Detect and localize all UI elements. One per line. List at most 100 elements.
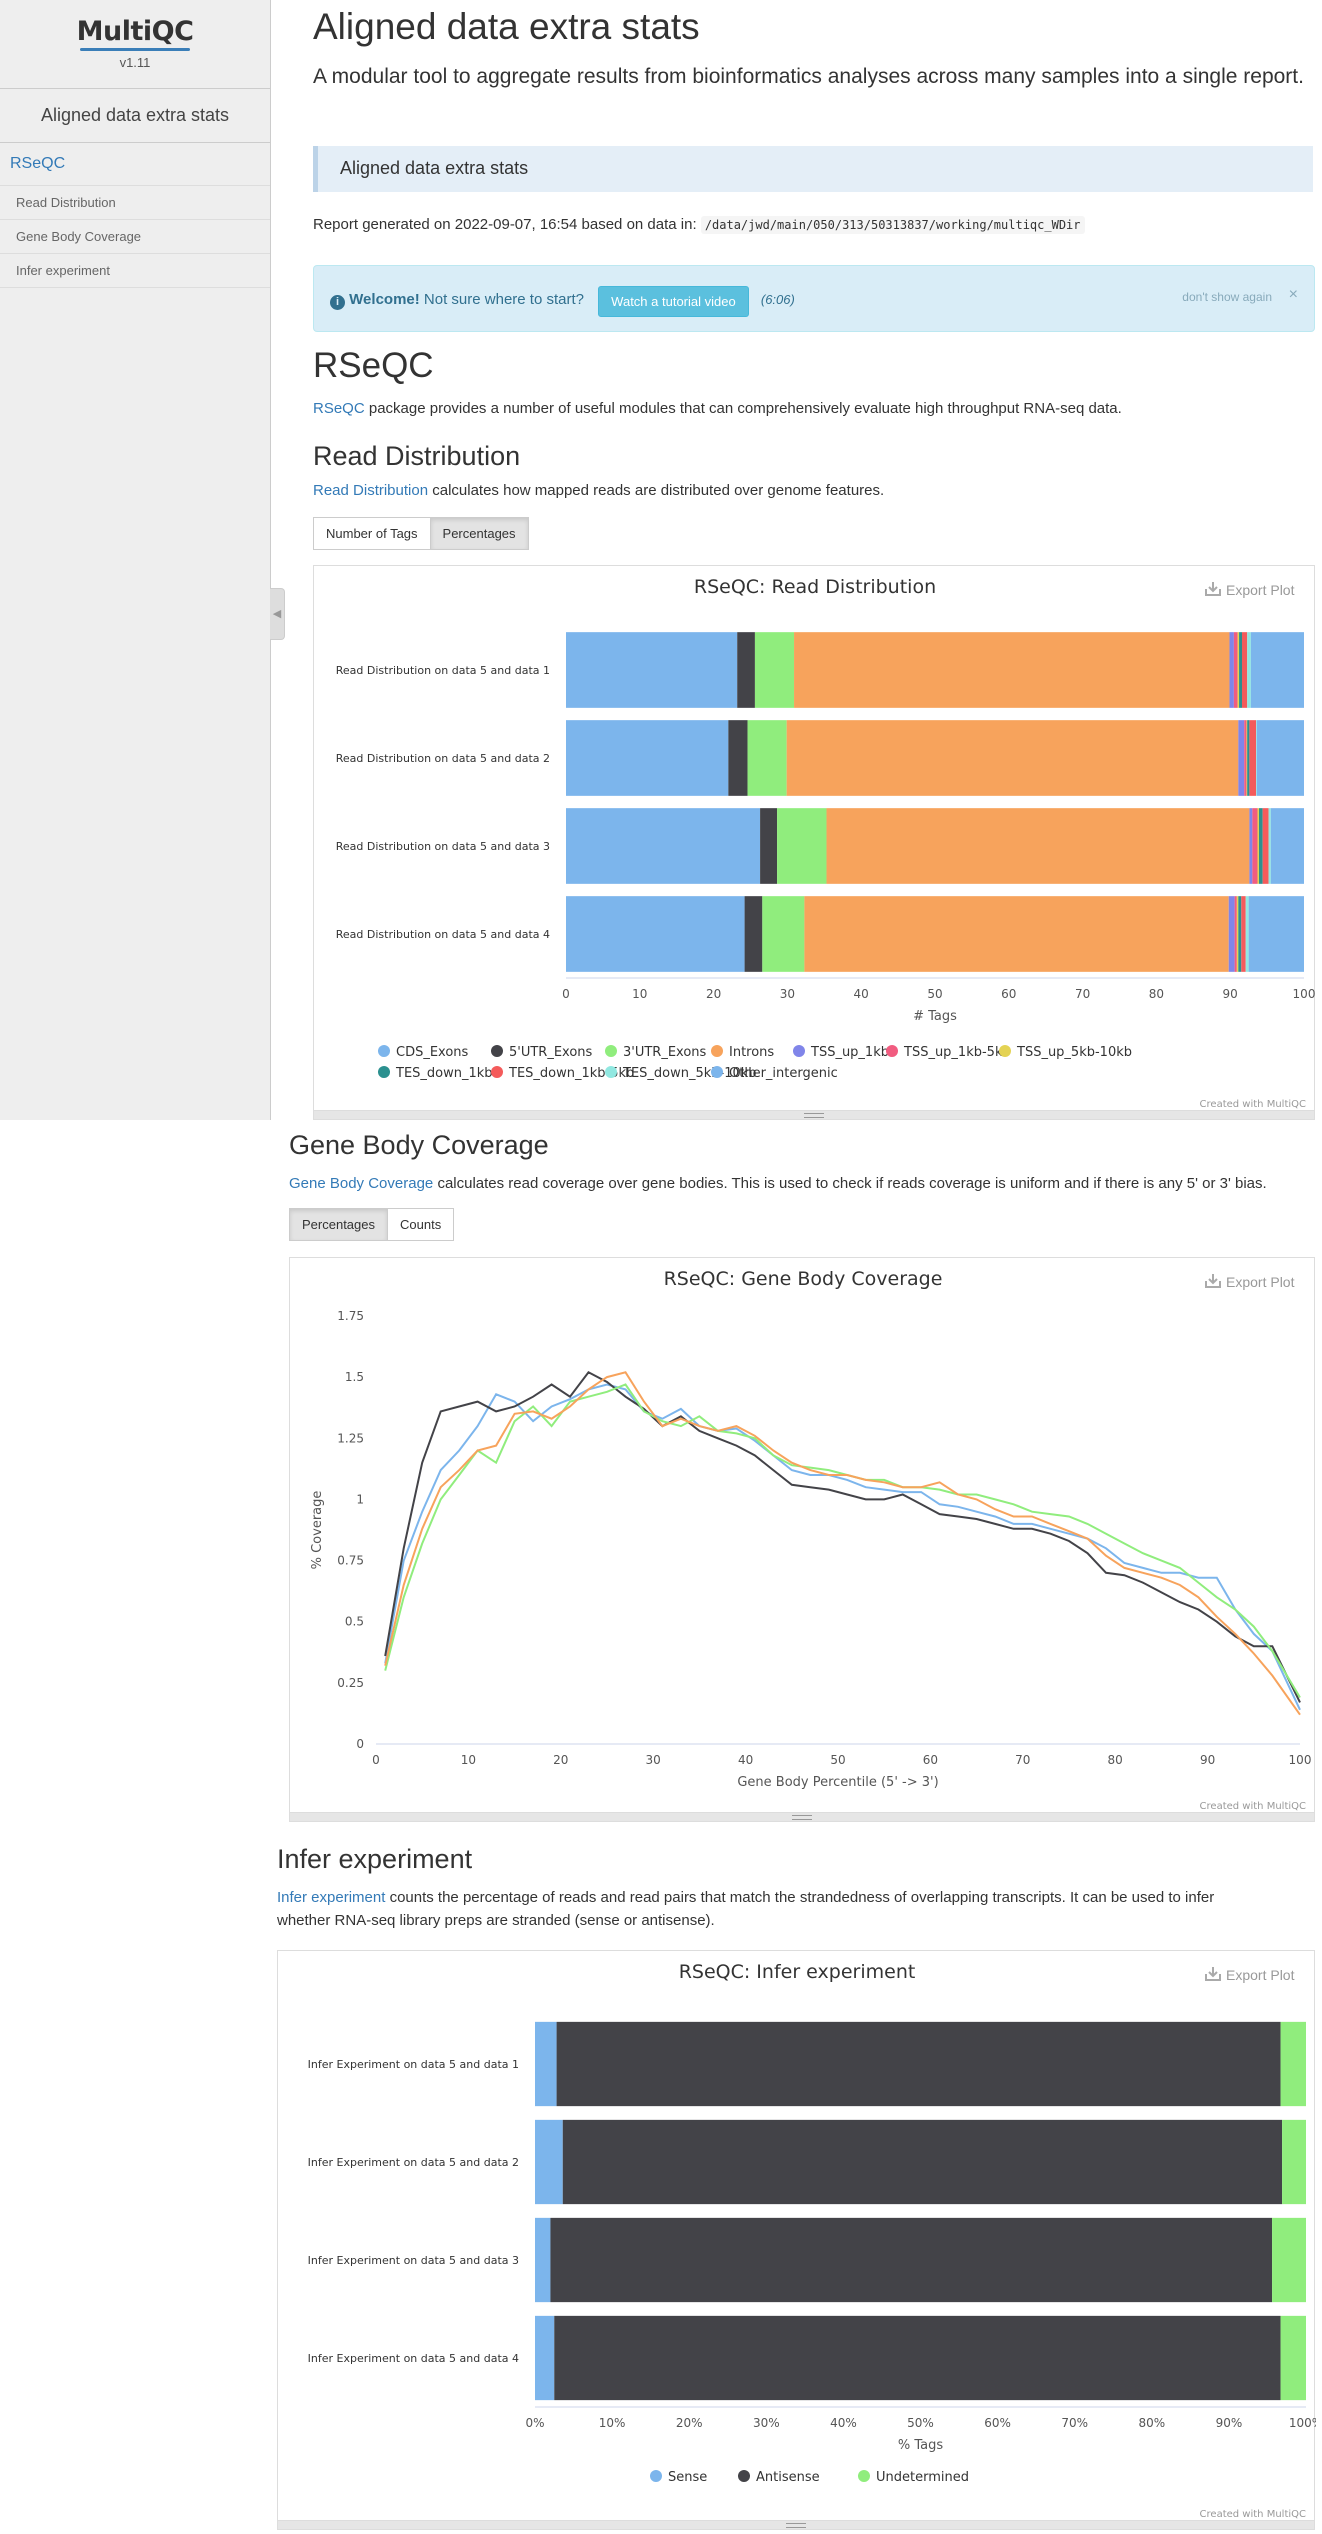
plot-resize-handle[interactable]	[290, 1812, 1314, 1821]
bar-segment-tes-down-1kb	[1247, 720, 1250, 796]
legend-item-introns: Introns	[729, 1045, 774, 1060]
x-tick-label: 80	[1149, 987, 1164, 1001]
x-tick-label: 100%	[1289, 2416, 1316, 2430]
bar-segment-5-utr-exons	[744, 896, 763, 972]
x-tick-label: 50%	[907, 2416, 934, 2430]
bar-segment-3-utr-exons	[747, 720, 787, 796]
bar-segment-antisense	[550, 2217, 1273, 2303]
y-tick-label: 0	[356, 1737, 364, 1751]
version-label: v1.11	[119, 55, 151, 70]
bar-segment-tss-up-5kb-10kb	[1236, 896, 1239, 972]
bar-segment-sense	[535, 2119, 563, 2205]
bar-segment-antisense	[562, 2119, 1283, 2205]
x-tick-label: 20%	[676, 2416, 703, 2430]
x-tick-label: 40	[854, 987, 869, 1001]
legend-marker-introns	[711, 1045, 723, 1057]
tutorial-video-button[interactable]: Watch a tutorial video	[598, 286, 749, 317]
created-with-credit: Created with MultiQC	[1200, 2509, 1306, 2520]
category-label: Read Distribution on data 5 and data 3	[336, 840, 550, 853]
series-line-data-3	[384, 1383, 1301, 1699]
close-icon[interactable]: ×	[1289, 286, 1298, 304]
bar-segment-antisense	[554, 2315, 1281, 2401]
plot-resize-handle[interactable]	[278, 2520, 1314, 2529]
x-tick-label: 20	[706, 987, 721, 1001]
x-tick-label: 90	[1200, 1753, 1215, 1767]
gene-body-coverage-title: Gene Body Coverage	[289, 1130, 549, 1160]
export-plot-button[interactable]: Export Plot	[1205, 582, 1295, 598]
legend-item-tes-down-1kb: TES_down_1kb	[395, 1066, 493, 1081]
report-info-text: Report generated on 2022-09-07, 16:54 ba…	[313, 216, 697, 233]
export-plot-label: Export Plot	[1226, 1967, 1295, 1983]
x-tick-label: 30	[780, 987, 795, 1001]
infer-experiment-link[interactable]: Infer experiment	[277, 1889, 385, 1906]
bar-segment-5-utr-exons	[728, 720, 748, 796]
y-tick-label: 1.25	[337, 1431, 364, 1445]
gene-body-desc-text: calculates read coverage over gene bodie…	[437, 1175, 1267, 1192]
x-tick-label: 0%	[525, 2416, 544, 2430]
sidebar-item-read-distribution[interactable]: Read Distribution	[0, 186, 270, 220]
legend-item-3-utr-exons: 3'UTR_Exons	[623, 1045, 707, 1060]
rseqc-link[interactable]: RSeQC	[313, 400, 365, 417]
bar-segment-undetermined	[1280, 2021, 1306, 2107]
gene-body-counts-button[interactable]: Counts	[388, 1208, 455, 1241]
bar-segment-3-utr-exons	[762, 896, 805, 972]
rseqc-description: RSeQC package provides a number of usefu…	[313, 397, 1122, 420]
gene-body-link[interactable]: Gene Body Coverage	[289, 1175, 433, 1192]
read-distribution-description: Read Distribution calculates how mapped …	[313, 479, 884, 502]
bar-segment-introns	[794, 632, 1230, 708]
legend-marker-3-utr-exons	[605, 1045, 617, 1057]
category-label: Read Distribution on data 5 and data 2	[336, 752, 550, 765]
bar-segment-cds-exons	[566, 720, 729, 796]
legend-marker-tes-down-1kb	[378, 1066, 390, 1078]
logo-underline	[80, 48, 190, 51]
bar-segment-tss-up-1kb-5kb	[1252, 808, 1258, 884]
x-tick-label: 70	[1015, 1753, 1030, 1767]
plot-resize-handle[interactable]	[314, 1110, 1314, 1119]
x-tick-label: 60	[923, 1753, 938, 1767]
legend-marker-undetermined	[858, 2470, 870, 2482]
welcome-text: Not sure where to start?	[423, 291, 584, 308]
legend-item-antisense: Antisense	[756, 2470, 820, 2485]
dont-show-again-link[interactable]: don't show again	[1182, 290, 1272, 304]
chart-title: RSeQC: Read Distribution	[694, 576, 936, 598]
gene-body-percentages-button[interactable]: Percentages	[289, 1208, 388, 1241]
legend-item-tss-up-5kb-10kb: TSS_up_5kb-10kb	[1016, 1045, 1132, 1060]
legend-marker-antisense	[738, 2470, 750, 2482]
read-distribution-link[interactable]: Read Distribution	[313, 482, 428, 499]
bar-segment-tes-down-1kb-5kb	[1249, 720, 1257, 796]
export-plot-button[interactable]: Export Plot	[1205, 1274, 1295, 1290]
bar-segment-tes-down-1kb-5kb	[1242, 632, 1248, 708]
bar-segment-other-intergenic	[1248, 896, 1304, 972]
bar-segment-other-intergenic	[1270, 808, 1304, 884]
number-of-tags-button[interactable]: Number of Tags	[313, 517, 431, 550]
chevron-left-icon: ◀	[272, 608, 282, 620]
x-axis-label: % Tags	[898, 2438, 943, 2453]
percentages-button[interactable]: Percentages	[430, 517, 529, 550]
x-tick-label: 20	[553, 1753, 568, 1767]
bar-segment-undetermined	[1282, 2119, 1306, 2205]
category-label: Read Distribution on data 5 and data 1	[336, 664, 550, 677]
sidebar-item-rseqc[interactable]: RSeQC	[0, 143, 270, 186]
sidebar-item-infer-experiment[interactable]: Infer experiment	[0, 254, 270, 288]
x-tick-label: 80	[1108, 1753, 1123, 1767]
sidebar-item-gene-body-coverage[interactable]: Gene Body Coverage	[0, 220, 270, 254]
x-tick-label: 60	[1001, 987, 1016, 1001]
x-tick-label: 10	[461, 1753, 476, 1767]
bar-segment-5-utr-exons	[737, 632, 755, 708]
infer-experiment-description: Infer experiment counts the percentage o…	[277, 1886, 1317, 1932]
bar-segment-sense	[535, 2315, 555, 2401]
sidebar-report-title: Aligned data extra stats	[0, 88, 270, 143]
export-plot-button[interactable]: Export Plot	[1205, 1967, 1295, 1983]
x-tick-label: 0	[562, 987, 570, 1001]
export-plot-label: Export Plot	[1226, 582, 1295, 598]
bar-segment-sense	[535, 2021, 557, 2107]
sidebar-toggle-button[interactable]: ◀	[270, 588, 285, 640]
category-label: Read Distribution on data 5 and data 4	[336, 928, 550, 941]
legend-item-undetermined: Undetermined	[876, 2470, 969, 2485]
bar-segment-tes-down-5kb-10kb	[1245, 896, 1249, 972]
bar-segment-other-intergenic	[1250, 632, 1304, 708]
x-tick-label: 10%	[599, 2416, 626, 2430]
logo[interactable]: MultiQC v1.11	[0, 0, 270, 70]
video-duration: (6:06)	[760, 292, 795, 307]
infer-experiment-chart: RSeQC: Infer experiment Export Plot Infer …	[308, 1961, 1316, 2520]
